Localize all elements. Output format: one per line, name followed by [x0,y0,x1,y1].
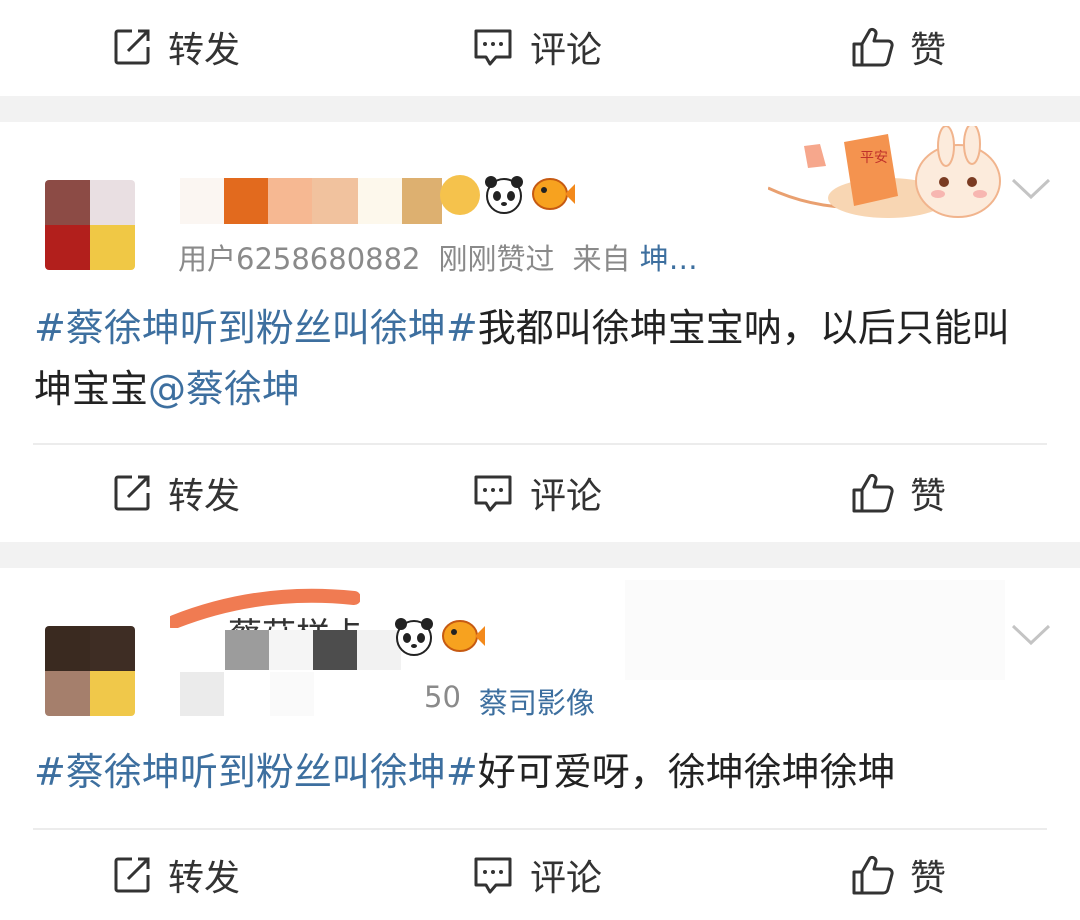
svg-text:平安: 平安 [860,150,888,166]
comment-label: 评论 [530,476,603,517]
panda-badge-icon [395,618,433,656]
chevron-down-icon[interactable] [1011,623,1051,647]
meta-time: 刚刚赞过 [438,242,555,276]
action-bar-top: 转发 评论 赞 [0,2,1080,92]
like-button[interactable]: 赞 [850,2,946,92]
username-blur-block [312,178,358,224]
username-blur-block [268,178,312,224]
fish-badge-icon [532,178,575,210]
feed-separator [0,542,1080,568]
like-label: 赞 [910,30,947,71]
comment-label: 评论 [530,858,603,899]
member-badge-icon [440,175,480,215]
meta-username[interactable]: 用户6258680882 [178,236,421,278]
forward-icon [114,475,150,511]
rabbit-lantern-sticker-icon: 平安 [768,126,1001,218]
post-body: #蔡徐坤听到粉丝叫徐坤#我都叫徐坤宝宝呐，以后只能叫坤宝宝@蔡徐坤 [34,298,1044,420]
comment-icon [474,29,512,66]
meta-blur-block [270,672,314,716]
forward-icon [114,857,150,893]
meta-source-prefix: 来自 [572,242,631,276]
like-label: 赞 [910,858,947,899]
meta-blur-block [180,672,224,716]
username-blurred[interactable] [180,178,224,224]
meta-partial: 50 [424,680,461,714]
thumbs-up-icon [852,473,894,513]
thumbs-up-icon [852,27,894,67]
forward-label: 转发 [168,30,241,71]
username-blur-block [402,178,442,224]
comment-icon [474,857,512,894]
avatar[interactable] [45,180,135,270]
thumbs-up-icon [852,855,894,895]
avatar[interactable] [45,626,135,716]
comment-button[interactable]: 评论 [472,2,602,92]
meta-source-link[interactable]: 蔡司影像 [479,680,595,722]
post-body: #蔡徐坤听到粉丝叫徐坤#好可爱呀，徐坤徐坤徐坤 [34,742,1044,803]
post-meta: 50 蔡司影像 [424,680,595,722]
fish-badge-icon [442,620,485,652]
forward-button[interactable]: 转发 [112,448,240,538]
forward-label: 转发 [168,858,241,899]
forward-icon [114,29,150,65]
mention-link[interactable]: @蔡徐坤 [148,367,300,411]
action-bar: 转发 评论 赞 [0,448,1080,538]
feed-separator [0,96,1080,122]
username-blur-block [225,630,269,670]
comment-icon [474,475,512,512]
meta-source-link[interactable]: 坤… [640,242,698,276]
comment-button[interactable]: 评论 [472,830,602,920]
username-blur-block [358,178,402,224]
username-blur-block [224,178,268,224]
action-bar: 转发 评论 赞 [0,830,1080,920]
hashtag-link[interactable]: #蔡徐坤听到粉丝叫徐坤# [34,750,478,794]
post-meta: 用户6258680882 刚刚赞过 来自 坤… [178,236,698,278]
forward-button[interactable]: 转发 [112,830,240,920]
comment-button[interactable]: 评论 [472,448,602,538]
chevron-down-icon[interactable] [1011,177,1051,201]
comment-label: 评论 [530,30,603,71]
like-label: 赞 [910,476,947,517]
like-button[interactable]: 赞 [850,448,946,538]
like-button[interactable]: 赞 [850,830,946,920]
post-text: 好可爱呀，徐坤徐坤徐坤 [477,750,896,794]
panda-badge-icon [485,176,523,214]
forward-label: 转发 [168,476,241,517]
hashtag-link[interactable]: #蔡徐坤听到粉丝叫徐坤# [34,306,478,350]
sticker-blurred [625,580,1005,680]
divider [33,443,1047,445]
username-blur-block [313,630,357,670]
forward-button[interactable]: 转发 [112,2,240,92]
username-blur-block [269,630,313,670]
